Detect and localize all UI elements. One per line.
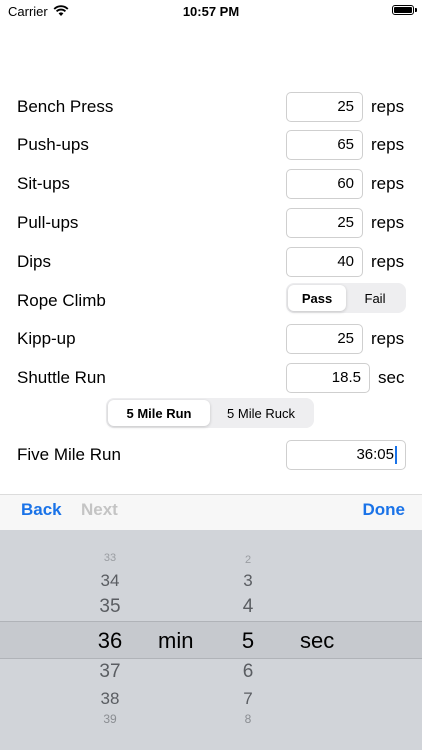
picker-minute-selected[interactable]: 36 <box>88 628 132 654</box>
row-rope-climb: Rope Climb Pass Fail <box>0 283 422 319</box>
five-mile-ruck-option[interactable]: 5 Mile Ruck <box>210 400 312 426</box>
clock: 10:57 PM <box>182 4 240 19</box>
back-button[interactable]: Back <box>21 495 62 525</box>
shuttle-run-unit: sec <box>378 368 405 387</box>
picker-minute-option[interactable]: 35 <box>88 596 132 618</box>
sit-ups-unit: reps <box>371 174 405 193</box>
row-sit-ups: Sit-ups 60 reps <box>0 166 422 202</box>
push-ups-unit: reps <box>371 135 405 154</box>
rope-climb-fail-option[interactable]: Fail <box>346 285 404 311</box>
five-mile-run-input[interactable]: 36:05 <box>286 440 406 470</box>
battery-icon <box>392 5 417 15</box>
shuttle-run-label: Shuttle Run <box>17 368 106 387</box>
picker-minute-option[interactable]: 34 <box>88 571 132 591</box>
push-ups-label: Push-ups <box>17 135 89 154</box>
rope-climb-label: Rope Climb <box>17 291 106 310</box>
picker-second-option[interactable]: 3 <box>228 571 268 591</box>
picker-second-selected[interactable]: 5 <box>228 628 268 654</box>
text-cursor <box>395 446 397 465</box>
dips-input[interactable]: 40 <box>286 247 363 277</box>
kipp-up-unit: reps <box>371 329 405 348</box>
kipp-up-input[interactable]: 25 <box>286 324 363 354</box>
rope-climb-segmented-control: Pass Fail <box>286 283 406 313</box>
picker-minute-option[interactable]: 39 <box>88 712 132 726</box>
push-ups-input[interactable]: 65 <box>286 130 363 160</box>
next-button[interactable]: Next <box>81 495 118 525</box>
picker-minute-option[interactable]: 37 <box>88 661 132 683</box>
sit-ups-input[interactable]: 60 <box>286 169 363 199</box>
picker-sec-label: sec <box>300 628 335 653</box>
kipp-up-label: Kipp-up <box>17 329 76 348</box>
row-kipp-up: Kipp-up 25 reps <box>0 321 422 357</box>
row-pull-ups: Pull-ups 25 reps <box>0 205 422 241</box>
keyboard-toolbar: Back Next Done <box>0 494 422 531</box>
status-bar: Carrier 10:57 PM <box>0 0 422 24</box>
rope-climb-pass-option[interactable]: Pass <box>288 285 346 311</box>
picker-minute-option[interactable]: 33 <box>88 552 132 564</box>
time-picker[interactable]: 33 34 35 36 37 38 39 min 2 3 4 5 6 7 8 s… <box>0 530 422 750</box>
dips-label: Dips <box>17 252 52 271</box>
bench-press-label: Bench Press <box>17 97 114 116</box>
done-button[interactable]: Done <box>363 495 406 525</box>
row-five-mile-run: Five Mile Run 36:05 <box>0 437 422 473</box>
five-mile-run-option[interactable]: 5 Mile Run <box>108 400 210 426</box>
row-dips: Dips 40 reps <box>0 244 422 280</box>
sit-ups-label: Sit-ups <box>17 174 70 193</box>
pull-ups-input[interactable]: 25 <box>286 208 363 238</box>
pull-ups-unit: reps <box>371 213 405 232</box>
five-mile-run-value: 36:05 <box>356 446 394 463</box>
picker-second-option[interactable]: 4 <box>228 596 268 618</box>
picker-second-option[interactable]: 7 <box>228 689 268 709</box>
bench-press-input[interactable]: 25 <box>286 92 363 122</box>
row-shuttle-run: Shuttle Run 18.5 sec <box>0 360 422 396</box>
picker-second-option[interactable]: 8 <box>228 712 268 726</box>
row-bench-press: Bench Press 25 reps <box>0 89 422 125</box>
picker-second-option[interactable]: 2 <box>228 554 268 566</box>
dips-unit: reps <box>371 252 405 271</box>
picker-min-label: min <box>158 628 194 653</box>
five-mile-run-label: Five Mile Run <box>17 445 121 464</box>
pull-ups-label: Pull-ups <box>17 213 79 232</box>
picker-second-option[interactable]: 6 <box>228 661 268 683</box>
shuttle-run-input[interactable]: 18.5 <box>286 363 370 393</box>
picker-minute-option[interactable]: 38 <box>88 689 132 709</box>
bench-press-unit: reps <box>371 97 405 116</box>
row-push-ups: Push-ups 65 reps <box>0 127 422 163</box>
run-type-segmented-control: 5 Mile Run 5 Mile Ruck <box>106 398 314 428</box>
picker-selection-band <box>0 621 422 659</box>
